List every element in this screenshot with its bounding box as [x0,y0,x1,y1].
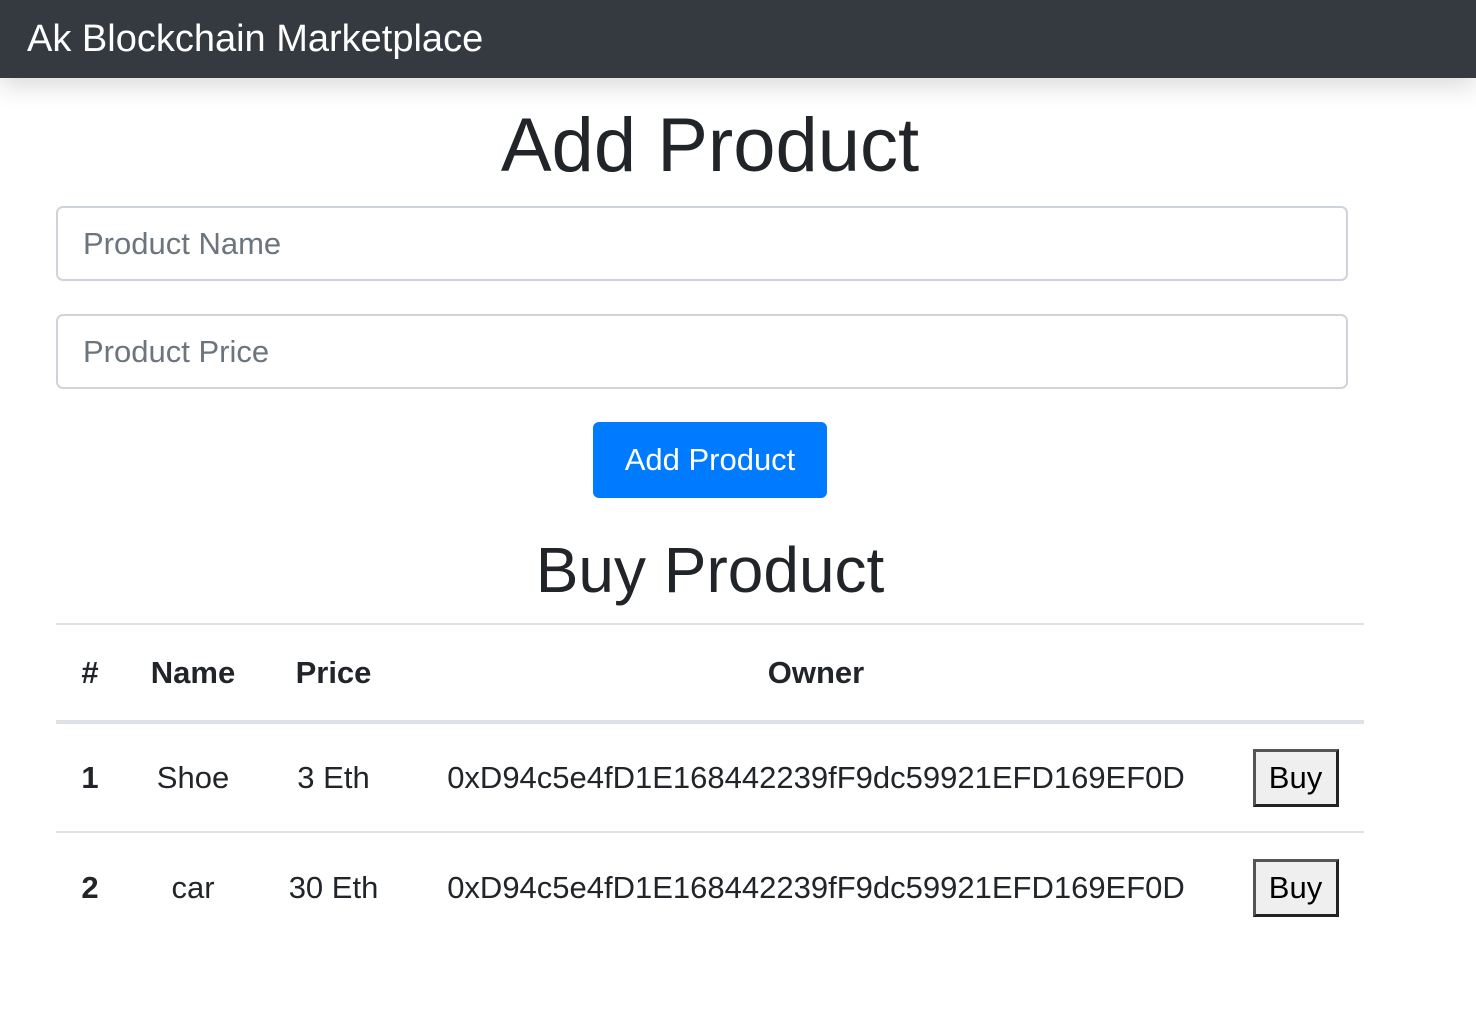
product-action-cell: Buy [1227,722,1364,832]
buy-button[interactable]: Buy [1252,748,1339,807]
column-header-name: Name [150,654,236,690]
add-product-button[interactable]: Add Product [593,422,827,498]
product-price: 3 Eth [297,759,370,795]
product-owner: 0xD94c5e4fD1E168442239fF9dc59921EFD169EF… [447,759,1185,795]
product-name: Shoe [156,759,230,795]
add-product-heading: Add Product [500,103,920,188]
table-header-row: # Name Price Owner [56,624,1364,722]
product-name-input[interactable] [56,206,1348,281]
column-header-action [1227,624,1364,722]
product-name: car [171,869,215,905]
column-header-owner: Owner [767,654,865,690]
product-price-input[interactable] [56,314,1348,389]
table-row: 2 car 30 Eth 0xD94c5e4fD1E168442239fF9dc… [56,832,1364,942]
product-id: 2 [81,869,99,905]
product-price: 30 Eth [288,869,379,905]
column-header-number: # [81,654,99,690]
navbar: Ak Blockchain Marketplace [0,0,1476,78]
product-id: 1 [81,759,99,795]
buy-product-heading: Buy Product [535,534,885,606]
buy-button[interactable]: Buy [1252,858,1339,917]
product-action-cell: Buy [1227,832,1364,942]
brand-link[interactable]: Ak Blockchain Marketplace [27,15,483,63]
column-header-price: Price [295,654,372,690]
table-row: 1 Shoe 3 Eth 0xD94c5e4fD1E168442239fF9dc… [56,722,1364,832]
main-content: Add Product Add Product Buy Product # Na… [0,78,1476,1024]
product-owner: 0xD94c5e4fD1E168442239fF9dc59921EFD169EF… [447,869,1185,905]
products-table: # Name Price Owner 1 Shoe 3 Eth 0xD94c5e… [56,623,1364,942]
